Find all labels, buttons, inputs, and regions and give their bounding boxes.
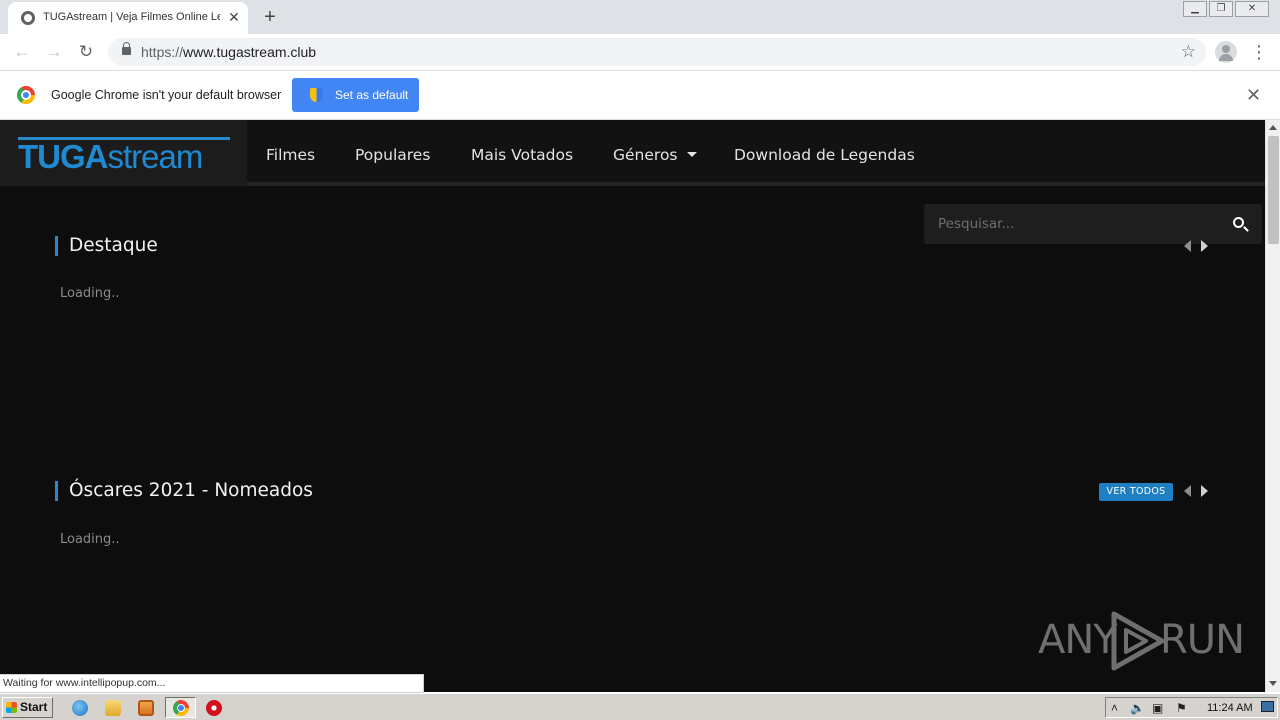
uac-shield-icon [310,88,323,102]
chrome-menu-icon[interactable]: ⋮ [1250,41,1268,63]
carousel-next-icon[interactable] [1201,485,1208,497]
infobar-message: Google Chrome isn't your default browser [51,88,282,102]
restore-button[interactable]: ❐ [1209,1,1233,17]
scroll-thumb[interactable] [1268,136,1279,244]
logo-link[interactable]: TUGAstream [0,120,247,186]
carousel-prev-icon[interactable] [1184,240,1191,252]
nav-download-legendas[interactable]: Download de Legendas [734,146,915,164]
chevron-down-icon [686,152,697,157]
show-desktop-icon[interactable] [1261,701,1274,712]
nav-generos-label: Géneros [613,146,678,164]
opera-icon[interactable] [206,700,222,716]
new-tab-button[interactable]: + [259,6,281,28]
flag-icon[interactable]: ⚑ [1176,701,1187,715]
lock-icon[interactable] [122,42,131,55]
scroll-up-icon[interactable] [1269,125,1277,130]
loading-text: Loading.. [60,286,120,301]
page-viewport: TUGAstream Filmes Populares Mais Votados… [0,120,1265,692]
watermark-right: RUN [1160,617,1245,663]
windows-taskbar: Start ˄ 🔈 ▣ ⚑ 11:24 AM [0,693,1280,720]
browser-toolbar: ← → ↻ https://www.tugastream.club ☆ ⋮ [0,34,1280,71]
minimize-button[interactable]: ▁ [1183,1,1207,17]
tab-strip: TUGAstream | Veja Filmes Online Legendad… [0,0,1280,34]
section-title-oscares: Óscares 2021 - Nomeados [55,481,313,501]
tab-title: TUGAstream | Veja Filmes Online Legendad… [43,11,220,23]
browser-tab[interactable]: TUGAstream | Veja Filmes Online Legendad… [8,2,248,34]
back-arrow-icon[interactable]: ← [11,41,33,63]
globe-icon [21,11,35,25]
section-title-destaque: Destaque [55,236,158,256]
bookmark-star-icon[interactable]: ☆ [1181,42,1196,62]
window-close-button[interactable]: ✕ [1235,1,1269,17]
site-header: TUGAstream Filmes Populares Mais Votados… [0,120,1265,186]
carousel-next-icon[interactable] [1201,240,1208,252]
chrome-logo-icon [17,86,35,104]
nav-populares[interactable]: Populares [355,146,430,164]
taskbar-chrome-button[interactable] [165,697,196,718]
reload-icon[interactable]: ↻ [75,41,97,63]
address-bar[interactable]: https://www.tugastream.club ☆ [108,38,1206,66]
profile-avatar-icon[interactable] [1215,41,1237,63]
tab-close-icon[interactable]: ✕ [226,9,242,25]
default-browser-infobar: Google Chrome isn't your default browser… [0,71,1280,120]
system-tray: ˄ 🔈 ▣ ⚑ 11:24 AM [1105,697,1278,718]
loading-text: Loading.. [60,532,120,547]
search-box [924,204,1262,244]
clock[interactable]: 11:24 AM [1207,701,1253,715]
forward-arrow-icon[interactable]: → [43,41,65,63]
scroll-down-icon[interactable] [1269,681,1277,686]
ver-todos-button[interactable]: VER TODOS [1099,483,1173,501]
internet-explorer-icon[interactable] [72,700,88,716]
speaker-icon[interactable]: 🔈 [1130,701,1145,715]
site-logo: TUGAstream [18,138,203,175]
page-scrollbar[interactable] [1265,120,1280,692]
start-button[interactable]: Start [2,697,53,718]
infobar-close-icon[interactable]: ✕ [1246,86,1261,104]
expand-tray-icon[interactable]: ˄ [1111,701,1118,715]
watermark-left: ANY [1038,617,1118,663]
url-text[interactable]: https://www.tugastream.club [141,44,316,60]
play-logo-icon [1111,611,1165,671]
start-label: Start [20,700,48,714]
status-bubble: Waiting for www.intellipopup.com... [0,674,424,693]
media-player-icon[interactable] [138,700,154,716]
anyrun-watermark: ANY RUN [1038,610,1245,672]
folder-icon[interactable] [105,700,121,716]
carousel-prev-icon[interactable] [1184,485,1191,497]
chrome-icon [173,700,189,716]
network-icon[interactable]: ▣ [1152,701,1163,715]
search-input[interactable] [938,215,1218,233]
nav-filmes[interactable]: Filmes [266,146,315,164]
windows-logo-icon [6,702,17,713]
set-as-default-button[interactable]: Set as default [292,78,419,112]
nav-generos[interactable]: Géneros [613,146,697,164]
set-as-default-label: Set as default [335,88,409,102]
search-icon[interactable] [1233,217,1244,228]
nav-mais-votados[interactable]: Mais Votados [471,146,573,164]
